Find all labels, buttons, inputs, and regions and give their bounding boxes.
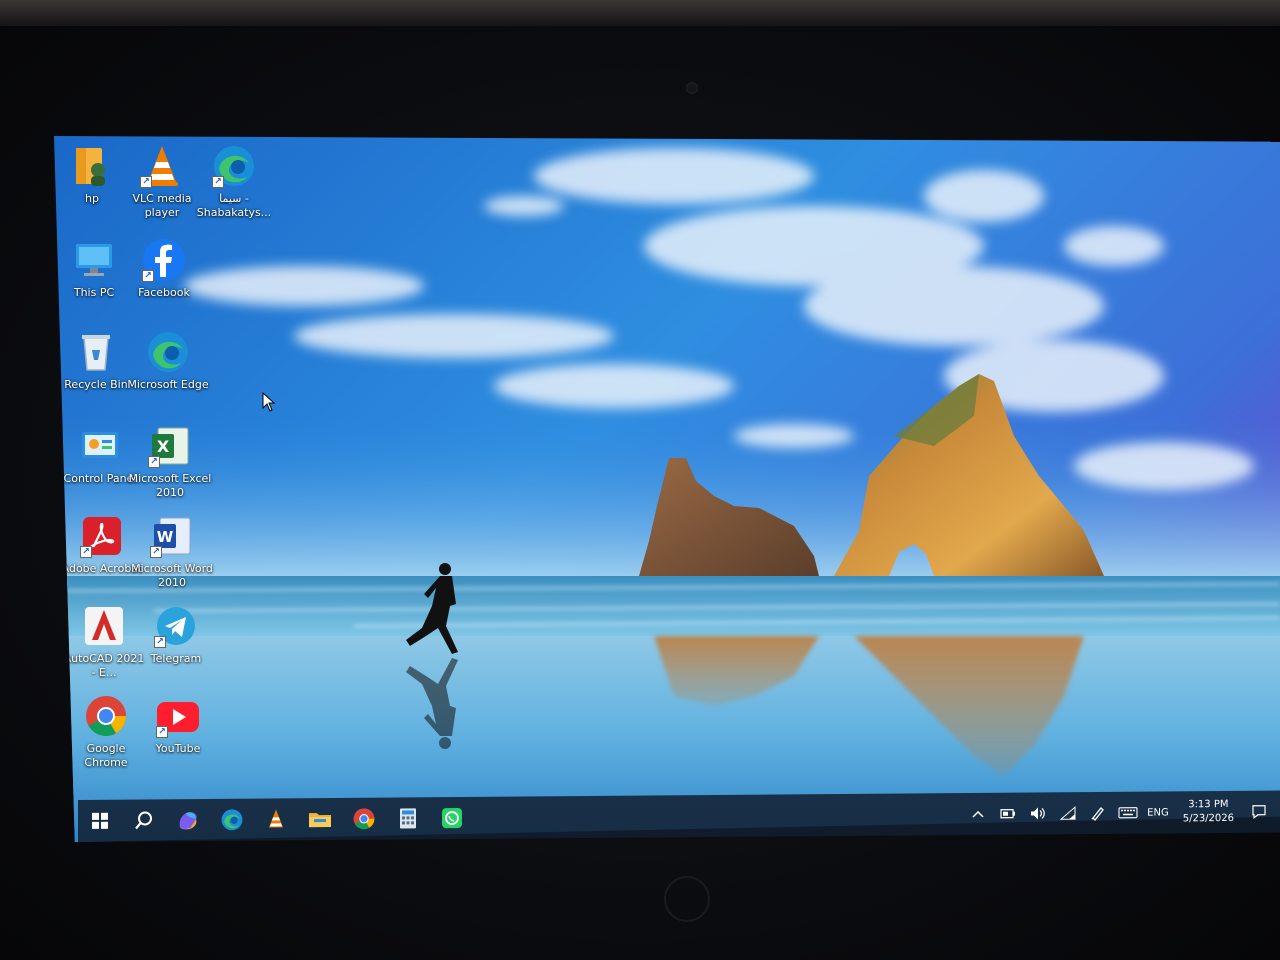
vlc-icon	[269, 809, 283, 828]
desktop-icon-label: Microsoft Word 2010	[131, 562, 213, 589]
desktop-icon-label: Control Panel	[63, 472, 137, 485]
desktop-icon-telegram[interactable]: ↗ Telegram	[134, 602, 218, 666]
chevron-up-icon	[972, 810, 984, 818]
shortcut-arrow-icon: ↗	[156, 726, 168, 738]
taskbar-edge[interactable]	[210, 799, 254, 841]
desktop-wallpaper	[54, 136, 1280, 842]
shortcut-arrow-icon: ↗	[80, 546, 92, 558]
whatsapp-icon	[442, 808, 462, 829]
system-tray: ENG 3:13 PM 5/23/2026	[967, 791, 1270, 835]
vlc-icon: ↗	[138, 142, 186, 190]
input-language-indicator[interactable]: ENG	[1147, 807, 1169, 818]
keyboard-icon	[1118, 807, 1138, 819]
shortcut-arrow-icon: ↗	[154, 636, 166, 648]
clock[interactable]: 3:13 PM 5/23/2026	[1183, 798, 1234, 826]
speaker-icon	[1031, 807, 1046, 820]
desktop-icon-microsoft-edge[interactable]: Microsoft Edge	[126, 328, 210, 392]
edge-icon	[221, 809, 243, 831]
taskbar-vlc[interactable]	[254, 798, 298, 840]
desktop-icon-label: سيما - Shabakatys...	[196, 192, 272, 219]
excel-icon: X ↗	[146, 422, 194, 470]
autocad-icon	[80, 602, 128, 650]
search-button[interactable]	[122, 799, 166, 841]
clock-time: 3:13 PM	[1188, 798, 1229, 811]
shortcut-arrow-icon: ↗	[212, 176, 224, 188]
edge-icon: ↗	[210, 142, 258, 190]
notification-icon	[1252, 805, 1266, 819]
desktop-icon-facebook[interactable]: ↗ Facebook	[122, 236, 206, 300]
recycle-bin-icon	[72, 328, 120, 376]
desktop-icon-label: Telegram	[150, 652, 202, 665]
pen-button[interactable]	[1087, 802, 1109, 824]
chrome-icon	[82, 692, 130, 740]
word-icon: W ↗	[148, 512, 196, 560]
action-center-button[interactable]	[1248, 801, 1270, 823]
control-panel-icon	[76, 422, 124, 470]
mouse-cursor-icon	[262, 392, 276, 412]
svg-text:W: W	[157, 528, 174, 546]
desktop-icon-label: Recycle Bin	[64, 378, 128, 391]
wifi-icon	[1060, 806, 1076, 820]
clock-date: 5/23/2026	[1182, 812, 1234, 825]
shortcut-arrow-icon: ↗	[140, 176, 152, 188]
desktop-icon-label: YouTube	[155, 742, 201, 755]
edge-icon	[144, 328, 192, 376]
taskbar-calculator[interactable]	[386, 797, 430, 839]
calculator-icon	[400, 808, 416, 829]
desktop-icon-label: Microsoft Excel 2010	[128, 472, 212, 499]
taskbar-chrome[interactable]	[342, 798, 386, 840]
webcam	[686, 82, 698, 94]
shortcut-arrow-icon: ↗	[148, 456, 160, 468]
facebook-icon: ↗	[140, 236, 188, 284]
desktop-icon-youtube[interactable]: ↗ YouTube	[136, 692, 220, 756]
desktop-icon-microsoft-excel[interactable]: X ↗ Microsoft Excel 2010	[128, 422, 212, 500]
file-explorer-icon	[309, 813, 331, 828]
desktop-icon-label: Microsoft Edge	[127, 378, 209, 391]
youtube-icon: ↗	[154, 692, 202, 740]
desktop-icon-microsoft-word[interactable]: W ↗ Microsoft Word 2010	[130, 512, 214, 590]
svg-text:X: X	[157, 437, 170, 456]
start-button[interactable]	[78, 800, 122, 842]
taskbar-whatsapp[interactable]	[430, 797, 474, 839]
desktop-icon-shabakatys[interactable]: ↗ سيما - Shabakatys...	[192, 142, 276, 220]
touch-keyboard-button[interactable]	[1117, 802, 1139, 824]
user-folder-icon	[68, 142, 116, 190]
search-icon	[135, 811, 152, 830]
monitor-logo	[664, 876, 710, 922]
pen-icon	[1091, 806, 1105, 821]
wall-background	[0, 0, 1280, 26]
volume-button[interactable]	[1027, 802, 1049, 824]
copilot-button[interactable]	[166, 799, 210, 841]
desktop-icon-label: This PC	[73, 286, 115, 299]
computer-icon	[70, 236, 118, 284]
acrobat-icon: ↗	[78, 512, 126, 560]
desktop-icon-label: Facebook	[138, 286, 190, 299]
chrome-icon	[353, 808, 375, 830]
taskbar-file-explorer[interactable]	[298, 798, 342, 840]
network-button[interactable]	[1057, 802, 1079, 824]
battery-button[interactable]	[997, 803, 1019, 825]
show-hidden-icons-button[interactable]	[967, 803, 989, 825]
shortcut-arrow-icon: ↗	[150, 546, 162, 558]
battery-icon	[1000, 809, 1016, 819]
telegram-icon: ↗	[152, 602, 200, 650]
windows-start-icon	[92, 812, 108, 829]
copilot-icon	[179, 812, 197, 830]
desktop-icon-label: hp	[85, 192, 99, 205]
shortcut-arrow-icon: ↗	[142, 270, 154, 282]
desktop-screen: hp ↗ VLC media player ↗ سيما - Shabakaty…	[54, 136, 1280, 842]
